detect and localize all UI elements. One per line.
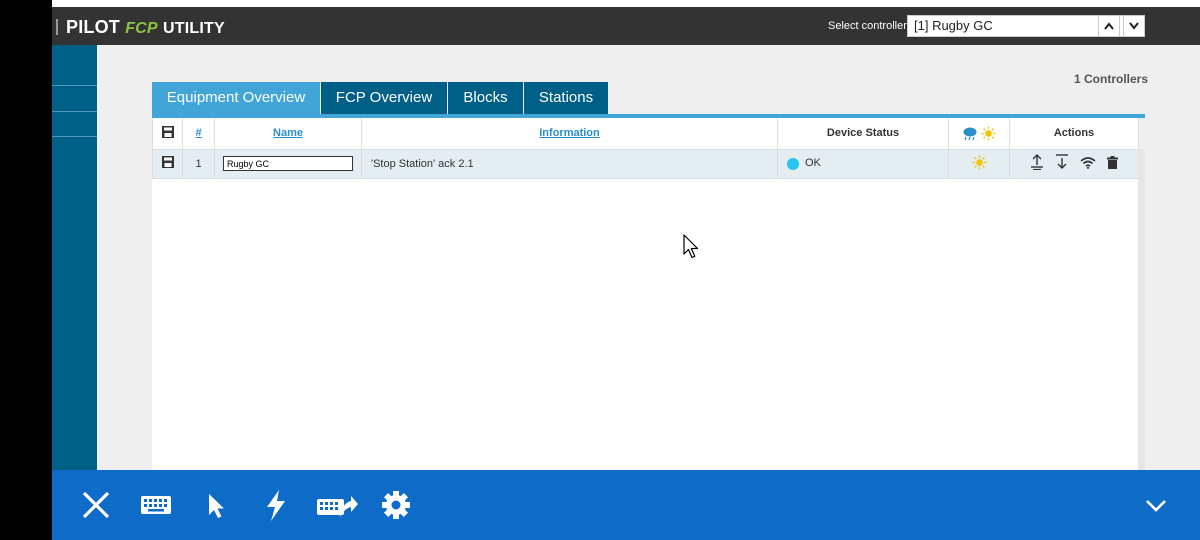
- app-title-fcp: FCP: [125, 20, 158, 37]
- column-header-index[interactable]: #: [182, 118, 215, 150]
- row-information: 'Stop Station' ack 2.1: [361, 148, 778, 179]
- brand-divider: [56, 19, 58, 35]
- app-title-pilot: PILOT: [66, 17, 120, 37]
- chevron-up-icon: [1104, 22, 1114, 30]
- upload-icon: [1030, 154, 1043, 171]
- sun-icon: [971, 154, 987, 170]
- tab-fcp-overview[interactable]: FCP Overview: [321, 82, 447, 115]
- collapse-toolbar-button[interactable]: [1138, 487, 1174, 523]
- controller-name-input[interactable]: [223, 156, 353, 171]
- close-icon: [82, 491, 110, 519]
- table-row: 1 'Stop Station' ack 2.1 OK: [152, 148, 1139, 179]
- sidebar-divider: [52, 111, 97, 112]
- left-sidebar: [52, 45, 97, 470]
- upload-button[interactable]: [1030, 154, 1044, 173]
- wifi-icon: [1080, 156, 1096, 169]
- column-header-actions: Actions: [1009, 118, 1139, 150]
- status-indicator-icon: [787, 157, 799, 170]
- mouse-cursor-icon: [683, 234, 699, 259]
- column-header-device-status: Device Status: [777, 118, 949, 150]
- column-header-weather: [948, 118, 1010, 150]
- gear-icon: [382, 491, 410, 519]
- lightning-icon: [267, 490, 285, 521]
- row-device-status: OK: [777, 148, 949, 179]
- row-weather: [948, 148, 1010, 179]
- status-text: OK: [805, 157, 821, 170]
- row-index: 1: [182, 148, 215, 179]
- column-header-name[interactable]: Name: [214, 118, 362, 150]
- keyboard-share-icon: [317, 496, 358, 517]
- row-name-cell: [214, 148, 362, 179]
- lightning-button[interactable]: [258, 487, 294, 523]
- chevron-down-icon: [1146, 500, 1166, 512]
- table-scrollbar[interactable]: [1138, 149, 1145, 470]
- tab-stations[interactable]: Stations: [524, 82, 608, 115]
- main-content: 1 Controllers Equipment Overview FCP Ove…: [97, 45, 1200, 470]
- equipment-table-panel: # Name Information Device Status Actions: [152, 118, 1139, 470]
- save-row-button[interactable]: [152, 148, 183, 179]
- rain-cloud-icon: [963, 127, 977, 141]
- tab-blocks[interactable]: Blocks: [448, 82, 523, 115]
- app-window: PILOT FCP UTILITY Select controller: [1]…: [0, 0, 1200, 540]
- delete-button[interactable]: [1107, 155, 1119, 172]
- controller-select-value: [1] Rugby GC: [914, 18, 993, 33]
- download-button[interactable]: [1055, 154, 1069, 173]
- top-strip: [52, 0, 1200, 7]
- download-icon: [1055, 154, 1068, 169]
- column-header-information[interactable]: Information: [361, 118, 778, 150]
- trash-icon: [1107, 155, 1119, 169]
- sidebar-divider: [52, 136, 97, 137]
- pointer-button[interactable]: [198, 487, 234, 523]
- keyboard-share-button[interactable]: [316, 487, 358, 523]
- wifi-button[interactable]: [1080, 156, 1096, 172]
- pointer-icon: [209, 494, 224, 518]
- table-header-row: # Name Information Device Status Actions: [152, 118, 1139, 150]
- app-title-utility: UTILITY: [163, 20, 225, 37]
- row-actions: [1009, 148, 1139, 179]
- close-button[interactable]: [78, 487, 114, 523]
- select-controller-label: Select controller:: [828, 20, 910, 32]
- save-all-header[interactable]: [152, 118, 183, 150]
- remote-toolbar: [52, 470, 1200, 540]
- controllers-count: 1 Controllers: [1073, 72, 1148, 86]
- keyboard-button[interactable]: [138, 487, 174, 523]
- keyboard-icon: [141, 496, 171, 514]
- next-controller-button[interactable]: [1123, 15, 1145, 37]
- save-icon: [161, 125, 174, 138]
- tab-equipment-overview[interactable]: Equipment Overview: [152, 82, 320, 115]
- save-icon: [161, 156, 174, 168]
- app-title: PILOT FCP UTILITY: [66, 17, 225, 38]
- equipment-table: # Name Information Device Status Actions: [152, 118, 1139, 179]
- sidebar-divider: [52, 85, 97, 86]
- sun-icon: [981, 126, 996, 141]
- previous-controller-button[interactable]: [1098, 15, 1120, 37]
- chevron-down-icon: [1129, 22, 1139, 30]
- app-header: PILOT FCP UTILITY Select controller: [1]…: [52, 7, 1200, 45]
- settings-button[interactable]: [378, 487, 414, 523]
